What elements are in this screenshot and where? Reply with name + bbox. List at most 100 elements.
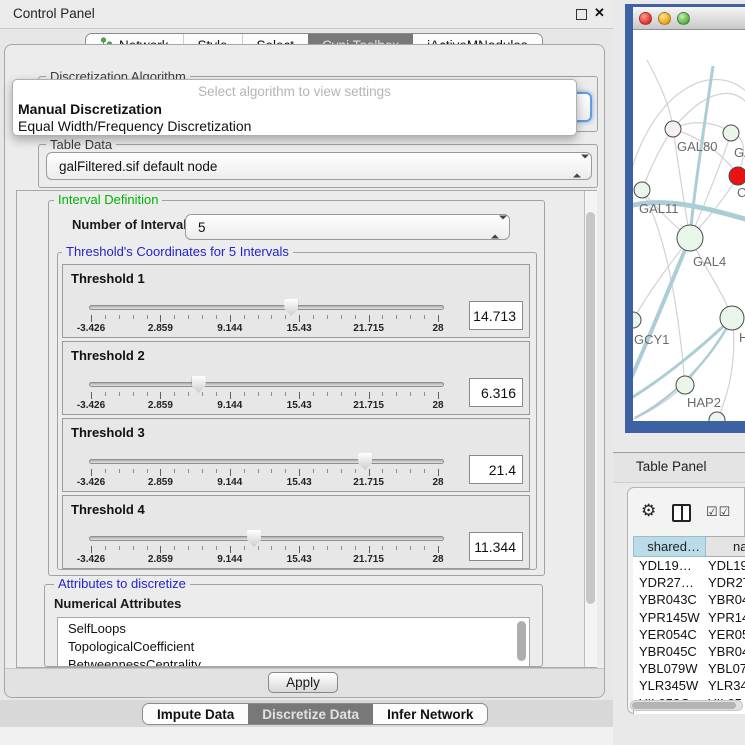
column-header-shared[interactable]: shared… [633, 536, 706, 557]
table-data-combobox[interactable]: galFiltered.sif default node [46, 152, 592, 180]
threshold-slider-handle[interactable] [358, 453, 372, 470]
slider-tick-label: 15.43 [269, 554, 329, 565]
threshold-slider-track[interactable] [89, 459, 444, 464]
attribute-item-topologicalcoefficient[interactable]: TopologicalCoefficient [68, 639, 194, 657]
threshold-value-field[interactable]: 11.344 [469, 532, 523, 561]
network-node-hap2-node[interactable] [676, 376, 694, 394]
slider-tick-label: 2.859 [130, 554, 190, 565]
horizontal-scrollbar-thumb[interactable] [632, 702, 736, 709]
close-icon[interactable]: ✕ [594, 5, 605, 21]
network-node-gal4-node[interactable] [677, 225, 703, 251]
slider-tick [396, 392, 397, 396]
zoom-traffic-light[interactable] [677, 12, 690, 25]
slider-tick [258, 469, 259, 473]
table-row[interactable]: YDL19…YDL19 [633, 557, 745, 574]
slider-tick [396, 546, 397, 550]
slider-tick [355, 315, 356, 319]
slider-tick [327, 392, 328, 396]
slider-tick [147, 392, 148, 396]
slider-tick [369, 392, 370, 399]
slider-tick [271, 546, 272, 550]
cell-shared-name: YPR145W [639, 610, 700, 625]
table-row[interactable]: YER054CYER05 [633, 626, 745, 643]
node-label: H [739, 330, 745, 345]
network-node-node-2[interactable] [723, 125, 739, 141]
split-columns-icon[interactable] [672, 504, 691, 522]
threshold-slider-track[interactable] [89, 536, 444, 541]
network-node-node-9[interactable] [709, 412, 725, 421]
slider-tick-label: 9.144 [200, 554, 260, 565]
network-node-gal80-node[interactable] [665, 121, 681, 137]
threshold-slider-track[interactable] [89, 382, 444, 387]
slider-tick [299, 392, 300, 399]
numerical-attributes-list[interactable]: SelfLoopsTopologicalCoefficientBetweenne… [57, 617, 530, 667]
network-node-gcy1-node[interactable] [633, 312, 641, 328]
threshold-slider-handle[interactable] [247, 530, 261, 547]
network-node-node-7[interactable] [720, 306, 744, 330]
slider-tick [147, 546, 148, 550]
slider-tick [341, 315, 342, 319]
network-canvas[interactable]: GAL80GAGAL11CGAL4GCY1HHAP2 [633, 30, 745, 421]
number-of-intervals-value: 5 [198, 215, 206, 239]
network-node-gal11-node[interactable] [634, 182, 650, 198]
minimize-traffic-light[interactable] [658, 12, 671, 25]
float-window-icon[interactable] [576, 9, 587, 20]
slider-tick [244, 392, 245, 396]
slider-tick [396, 469, 397, 473]
slider-tick [382, 392, 383, 396]
table-row[interactable]: YBR043CYBR04 [633, 591, 745, 608]
slider-tick [160, 392, 161, 399]
table-row[interactable]: YDR27…YDR27 [633, 574, 745, 591]
table-row[interactable]: YLR345WYLR34 [633, 677, 745, 694]
attribute-item-betweennesscentrality[interactable]: BetweennessCentrality [68, 657, 201, 667]
tab-infer-network[interactable]: Infer Network [373, 704, 487, 724]
cell-shared-name: YLR345W [639, 678, 698, 693]
slider-tick [313, 546, 314, 550]
node-label: GAL80 [677, 139, 717, 154]
network-edge [647, 60, 673, 129]
tab-impute-data[interactable]: Impute Data [143, 704, 248, 724]
number-of-intervals-label: Number of Intervals [72, 217, 194, 232]
cell-shared-name: YBR045C [639, 644, 697, 659]
threshold-value-field[interactable]: 14.713 [469, 301, 523, 330]
threshold-title: Threshold 3 [71, 425, 145, 440]
slider-tick [244, 469, 245, 473]
slider-tick [355, 546, 356, 550]
slider-tick [119, 315, 120, 319]
node-label: GA [734, 145, 745, 160]
slider-tick [285, 469, 286, 473]
threshold-title: Threshold 2 [71, 348, 145, 363]
popup-item-manual-discretization[interactable]: Manual Discretization [18, 101, 571, 117]
apply-button[interactable]: Apply [268, 672, 338, 693]
slider-tick [216, 315, 217, 319]
threshold-slider-handle[interactable] [284, 299, 298, 316]
node-label: C [737, 185, 745, 200]
list-scrollbar-thumb[interactable] [517, 621, 526, 661]
select-columns-icon[interactable]: ☑☑ [706, 504, 731, 520]
node-label: GCY1 [634, 332, 669, 347]
threshold-value-field[interactable]: 6.316 [469, 378, 523, 407]
column-header-name[interactable]: na [706, 536, 745, 557]
close-traffic-light[interactable] [639, 12, 652, 25]
slider-tick [119, 546, 120, 550]
settings-gear-icon[interactable]: ⚙ [641, 502, 656, 519]
threshold-slider-track[interactable] [89, 305, 444, 310]
popup-item-equal-width-frequency-discretization[interactable]: Equal Width/Frequency Discretization [18, 118, 571, 134]
number-of-intervals-combobox[interactable]: 5 [185, 214, 510, 240]
slider-tick [285, 392, 286, 396]
cell-name: YBL07 [708, 661, 745, 676]
table-row[interactable]: YBR045CYBR04 [633, 643, 745, 660]
slider-tick [410, 392, 411, 396]
tab-discretize-data[interactable]: Discretize Data [248, 704, 373, 724]
threshold-slider-handle[interactable] [192, 376, 206, 393]
table-row[interactable]: YPR145WYPR14 [633, 609, 745, 626]
threshold-value-field[interactable]: 21.4 [469, 455, 523, 484]
table-row[interactable]: YBL079WYBL07 [633, 660, 745, 677]
network-window-titlebar[interactable] [633, 7, 745, 30]
vertical-scrollbar-thumb[interactable] [586, 212, 595, 604]
slider-tick [424, 546, 425, 550]
attribute-item-selfloops[interactable]: SelfLoops [68, 621, 126, 639]
cell-name: YDR27 [708, 575, 745, 590]
network-node-red-node[interactable] [729, 167, 745, 185]
slider-tick [258, 315, 259, 319]
